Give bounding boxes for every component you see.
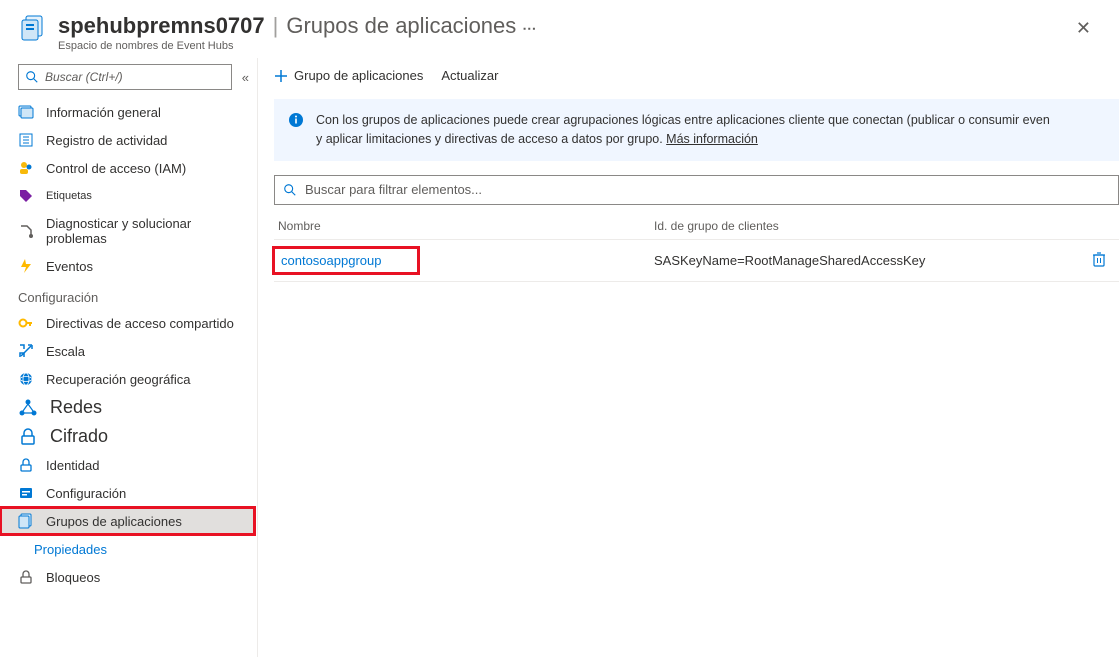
sidebar-item-locks[interactable]: Bloqueos — [0, 563, 255, 591]
title-separator: | — [273, 14, 279, 38]
info-text-line2: y aplicar limitaciones y directivas de a… — [316, 132, 666, 146]
sidebar-item-access-control[interactable]: Control de acceso (IAM) — [0, 154, 255, 182]
sidebar: Buscar (Ctrl+/) « Información general Re… — [0, 58, 258, 657]
title-more-icon[interactable]: ⋯ — [522, 21, 537, 36]
activity-log-icon — [18, 132, 34, 148]
sidebar-item-geo-recovery[interactable]: Recuperación geográfica — [0, 365, 255, 393]
toolbar: Grupo de aplicaciones Actualizar — [258, 58, 1119, 93]
sidebar-item-encryption[interactable]: Cifrado — [0, 422, 255, 451]
table-header: Nombre Id. de grupo de clientes — [274, 213, 1119, 240]
diagnose-icon — [18, 223, 34, 239]
search-icon — [283, 183, 297, 197]
network-icon — [18, 398, 38, 418]
app-group-link[interactable]: contosoappgroup — [281, 253, 381, 268]
sidebar-item-scale[interactable]: Escala — [0, 337, 255, 365]
client-group-id: SASKeyName=RootManageSharedAccessKey — [654, 253, 1079, 268]
column-name[interactable]: Nombre — [274, 219, 654, 233]
column-client-id[interactable]: Id. de grupo de clientes — [654, 219, 1079, 233]
sidebar-item-label: Redes — [50, 397, 102, 418]
tags-icon — [18, 188, 34, 204]
access-control-icon — [18, 160, 34, 176]
sidebar-item-label: Cifrado — [50, 426, 108, 447]
eventhub-namespace-icon — [20, 14, 48, 42]
sidebar-item-label: Eventos — [46, 259, 93, 274]
delete-row-button[interactable] — [1092, 255, 1106, 270]
app-groups-icon — [18, 513, 34, 529]
sidebar-item-label: Propiedades — [34, 542, 107, 557]
sidebar-item-label: Escala — [46, 344, 85, 359]
sidebar-nav: Información general Registro de activida… — [0, 98, 257, 657]
filter-input[interactable]: Buscar para filtrar elementos... — [274, 175, 1119, 205]
sidebar-item-label: Configuración — [46, 486, 126, 501]
sidebar-item-identity[interactable]: Identidad — [0, 451, 255, 479]
info-more-link[interactable]: Más información — [666, 132, 758, 146]
sidebar-item-diagnose[interactable]: Diagnosticar y solucionar problemas — [0, 210, 255, 252]
config-icon — [18, 485, 34, 501]
sidebar-item-label: Directivas de acceso compartido — [46, 316, 234, 331]
scale-icon — [18, 343, 34, 359]
sidebar-item-label: Información general — [46, 105, 161, 120]
sidebar-item-label: Recuperación geográfica — [46, 372, 191, 387]
table-row: contosoappgroup SASKeyName=RootManageSha… — [274, 240, 1119, 282]
refresh-button[interactable]: Actualizar — [441, 68, 498, 83]
sidebar-section-configuration: Configuración — [0, 280, 255, 309]
sidebar-item-label: Control de acceso (IAM) — [46, 161, 186, 176]
close-button[interactable]: ✕ — [1072, 14, 1095, 43]
sidebar-item-label: Registro de actividad — [46, 133, 167, 148]
sidebar-item-label: Grupos de aplicaciones — [46, 514, 182, 529]
resource-title: spehubpremns0707 — [58, 14, 265, 38]
events-icon — [18, 258, 34, 274]
sidebar-item-properties[interactable]: Propiedades — [0, 535, 255, 563]
toolbar-add-label: Grupo de aplicaciones — [294, 68, 423, 83]
sidebar-item-events[interactable]: Eventos — [0, 252, 255, 280]
sidebar-item-label: Bloqueos — [46, 570, 100, 585]
info-icon — [288, 112, 304, 128]
lock-small-icon — [18, 569, 34, 585]
info-text-line1: Con los grupos de aplicaciones puede cre… — [316, 113, 1050, 127]
globe-icon — [18, 371, 34, 387]
sidebar-item-app-groups[interactable]: Grupos de aplicaciones — [0, 507, 255, 535]
resource-type-subtitle: Espacio de nombres de Event Hubs — [58, 40, 537, 52]
overview-icon — [18, 104, 34, 120]
sidebar-item-tags[interactable]: Etiquetas — [0, 182, 255, 210]
properties-icon — [18, 541, 34, 557]
identity-icon — [18, 457, 34, 473]
page-header: spehubpremns0707 | Grupos de aplicacione… — [0, 0, 1119, 58]
add-app-group-button[interactable]: Grupo de aplicaciones — [274, 68, 423, 83]
sidebar-item-label: Identidad — [46, 458, 100, 473]
app-groups-table: Nombre Id. de grupo de clientes contosoa… — [274, 213, 1119, 282]
sidebar-item-label: Etiquetas — [46, 190, 92, 202]
lock-icon — [18, 427, 38, 447]
collapse-sidebar-icon[interactable]: « — [242, 70, 249, 85]
sidebar-item-networks[interactable]: Redes — [0, 393, 255, 422]
sidebar-item-shared-access[interactable]: Directivas de acceso compartido — [0, 309, 255, 337]
main-content: Grupo de aplicaciones Actualizar Con los… — [258, 58, 1119, 657]
info-banner: Con los grupos de aplicaciones puede cre… — [274, 99, 1119, 161]
sidebar-item-activity-log[interactable]: Registro de actividad — [0, 126, 255, 154]
sidebar-search-input[interactable]: Buscar (Ctrl+/) — [18, 64, 232, 90]
toolbar-refresh-label: Actualizar — [441, 68, 498, 83]
blade-title: Grupos de aplicaciones — [286, 14, 516, 38]
search-placeholder: Buscar (Ctrl+/) — [45, 70, 123, 84]
sidebar-item-configuration[interactable]: Configuración — [0, 479, 255, 507]
filter-placeholder: Buscar para filtrar elementos... — [305, 182, 482, 197]
key-icon — [18, 315, 34, 331]
sidebar-item-label: Diagnosticar y solucionar problemas — [46, 216, 245, 246]
sidebar-item-overview[interactable]: Información general — [0, 98, 255, 126]
